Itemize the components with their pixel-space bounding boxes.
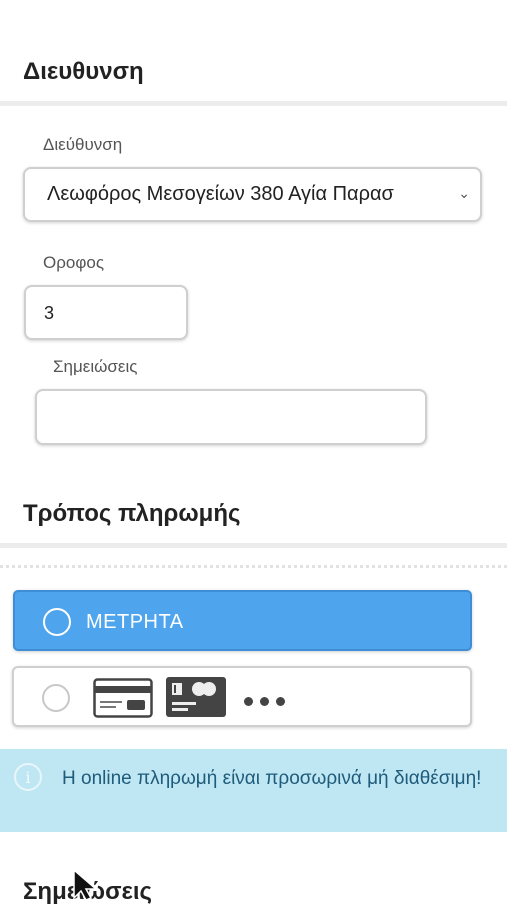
info-message-text: Η online πληρωμή είναι προσωρινά μή διαθ… <box>62 768 482 789</box>
info-icon: i <box>14 763 42 791</box>
floor-label: Οροφος <box>43 253 105 272</box>
credit-card-icon <box>93 678 153 718</box>
cash-label: ΜΕΤΡΗΤΑ <box>86 611 184 633</box>
mouse-cursor-icon <box>73 868 99 900</box>
floor-input-value: 3 <box>44 303 55 323</box>
radio-cash[interactable] <box>43 608 71 636</box>
notes-input[interactable] <box>35 389 427 445</box>
chevron-down-icon: ⌄ <box>458 185 470 201</box>
more-options-icon <box>244 693 292 711</box>
notes-label: Σημειώσεις <box>53 357 138 376</box>
info-message-bar: i Η online πληρωμή είναι προσωρινά μή δι… <box>0 749 507 832</box>
section-divider <box>0 543 507 548</box>
address-select[interactable]: Λεωφόρος Μεσογείων 380 Αγία Παρασ ⌄ <box>23 167 482 222</box>
payment-option-cash[interactable]: ΜΕΤΡΗΤΑ <box>13 590 472 651</box>
section-divider <box>0 101 507 106</box>
address-section-title: Διευθυνση <box>23 58 144 85</box>
address-select-value: Λεωφόρος Μεσογείων 380 Αγία Παρασ <box>47 183 394 205</box>
payment-section-title: Τρόπος πληρωμής <box>23 500 241 527</box>
address-label: Διεύθυνση <box>43 135 123 154</box>
dotted-divider <box>0 565 507 568</box>
card-brand-icon <box>166 677 226 717</box>
payment-option-card[interactable] <box>12 666 472 727</box>
radio-card[interactable] <box>42 684 70 712</box>
floor-input[interactable]: 3 <box>24 285 188 340</box>
